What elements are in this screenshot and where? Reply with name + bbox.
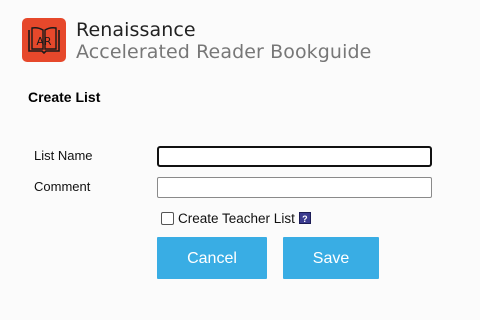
list-name-input[interactable] — [157, 146, 432, 167]
comment-label: Comment — [34, 179, 91, 194]
list-name-label: List Name — [34, 148, 93, 163]
brand-name: Renaissance — [76, 19, 196, 41]
create-teacher-list-checkbox[interactable] — [161, 211, 174, 225]
app-header: AR Renaissance Accelerated Reader Bookgu… — [0, 0, 480, 80]
comment-input[interactable] — [157, 177, 432, 198]
help-icon[interactable]: ? — [298, 212, 311, 224]
svg-text:AR: AR — [36, 35, 52, 48]
teacher-list-row: Create Teacher List ? — [161, 210, 311, 226]
page-title: Create List — [28, 89, 101, 105]
ar-book-logo-icon: AR — [22, 18, 66, 62]
product-name: Accelerated Reader Bookguide — [76, 41, 372, 63]
create-teacher-list-label[interactable]: Create Teacher List — [178, 211, 295, 226]
cancel-button[interactable]: Cancel — [157, 237, 267, 279]
save-button[interactable]: Save — [283, 237, 379, 279]
